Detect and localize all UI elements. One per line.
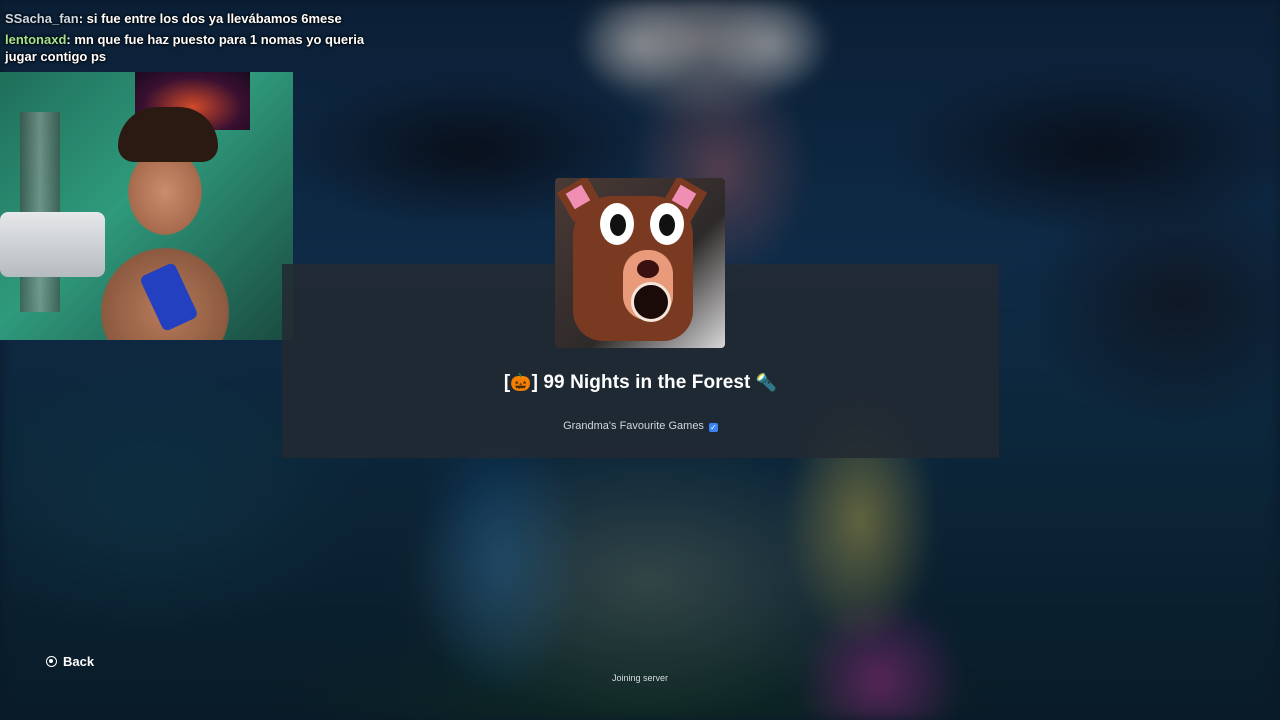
game-creator: Grandma's Favourite Games ✓ [282, 420, 999, 432]
chat-text: si fue entre los dos ya llevábamos 6mese [86, 11, 342, 26]
chat-message: SSacha_fan: si fue entre los dos ya llev… [5, 10, 385, 27]
thumb-pupil [659, 214, 675, 236]
webcam-microphone [0, 212, 105, 277]
back-label: Back [63, 654, 95, 669]
verified-badge-icon: ✓ [708, 423, 718, 432]
thumb-nose [637, 260, 659, 278]
title-text: ] 99 Nights in the Forest [531, 372, 751, 393]
chat-username: lentonaxd [5, 32, 67, 47]
game-title: [🎃] 99 Nights in the Forest 🔦 [282, 372, 999, 394]
controller-button-icon [46, 656, 57, 667]
chat-separator: : [78, 11, 84, 26]
webcam-person-hair [118, 107, 218, 162]
chat-message: lentonaxd: mn que fue haz puesto para 1 … [5, 31, 385, 65]
joining-status: Joining server [611, 673, 669, 683]
game-thumbnail [555, 178, 725, 348]
creator-name[interactable]: Grandma's Favourite Games [563, 420, 704, 432]
chat-username: SSacha_fan [5, 11, 79, 26]
pumpkin-icon: 🎃 [510, 373, 532, 392]
chat-separator: : [66, 32, 71, 47]
flashlight-icon: 🔦 [755, 373, 778, 392]
streamer-webcam [0, 72, 293, 340]
thumb-mouth [631, 282, 671, 322]
thumb-pupil [610, 214, 626, 236]
stream-chat-overlay: SSacha_fan: si fue entre los dos ya llev… [5, 10, 385, 69]
back-button[interactable]: Back [46, 654, 94, 669]
